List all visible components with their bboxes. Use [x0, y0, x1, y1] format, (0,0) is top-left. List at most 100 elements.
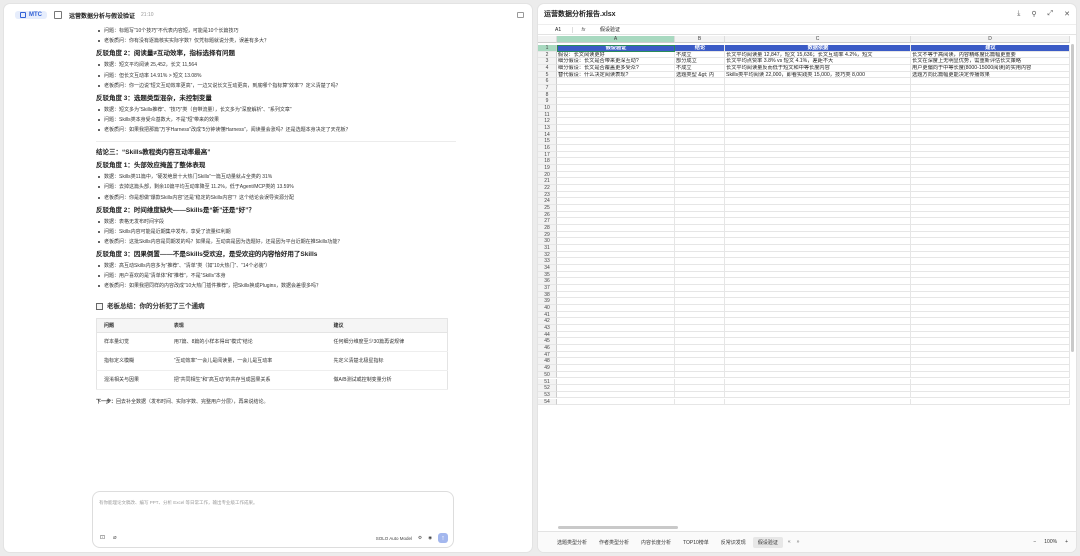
sheet-cell[interactable] — [911, 198, 1070, 206]
row-number[interactable]: 35 — [538, 271, 557, 279]
sheet-cell[interactable] — [557, 285, 675, 292]
sheet-cell[interactable] — [557, 91, 675, 99]
sheet-cell[interactable] — [557, 151, 675, 159]
sheet-cell[interactable] — [557, 385, 675, 392]
sheet-cell[interactable]: 假设验证 — [557, 45, 675, 52]
sheet-cell[interactable] — [675, 258, 725, 266]
sheet-cell[interactable] — [725, 191, 911, 199]
row-number[interactable]: 36 — [538, 278, 557, 286]
sheet-cell[interactable] — [911, 258, 1070, 266]
sheet-cell[interactable]: 长文平均阅读量 12,847，短文 15,636；长文互动率 4.2%，短文 — [725, 51, 911, 59]
sheet-cell[interactable] — [911, 245, 1070, 252]
sheet-cell[interactable] — [911, 318, 1070, 326]
sheet-cell[interactable] — [911, 131, 1070, 139]
sheet-cell[interactable] — [911, 105, 1070, 112]
expand-icon[interactable]: ⤢ — [1048, 10, 1054, 18]
sheet-cell[interactable] — [911, 325, 1070, 332]
sheet-cell[interactable] — [725, 238, 911, 246]
sheet-cell[interactable] — [557, 398, 675, 406]
sheet-cell[interactable] — [725, 85, 911, 92]
sheet-cell[interactable] — [725, 365, 911, 372]
sheet-cell[interactable] — [557, 138, 675, 146]
sheet-cell[interactable] — [675, 318, 725, 326]
sheet-cell[interactable] — [725, 225, 911, 232]
sheet-cell[interactable] — [725, 371, 911, 379]
sheet-cell[interactable] — [675, 398, 725, 406]
sheet-cell[interactable] — [557, 198, 675, 206]
sheet-cell[interactable] — [557, 305, 675, 312]
formula-input[interactable]: 假设验证 — [594, 26, 620, 33]
sheet-cell[interactable] — [911, 345, 1070, 352]
sheet-cell[interactable] — [675, 158, 725, 166]
sheet-cell[interactable]: 假设：长文阅读更好 — [557, 51, 675, 59]
sheet-tab[interactable]: 作者类型分析 — [594, 537, 634, 548]
row-number[interactable]: 32 — [538, 251, 557, 259]
sheet-cell[interactable] — [557, 351, 675, 359]
row-number[interactable]: 29 — [538, 231, 557, 239]
sheet-cell[interactable] — [911, 305, 1070, 312]
sheet-cell[interactable] — [675, 285, 725, 292]
sheet-cell[interactable] — [557, 191, 675, 199]
sheet-cell[interactable] — [557, 131, 675, 139]
row-number[interactable]: 28 — [538, 225, 557, 232]
sheet-tab[interactable]: 内容长度分析 — [636, 537, 676, 548]
sheet-cell[interactable]: 长文平均点赞率 3.8% vs 短文 4.1%，差距不大 — [725, 58, 911, 65]
sheet-cell[interactable] — [725, 98, 911, 106]
sheet-cell[interactable] — [725, 231, 911, 239]
sheet-cell[interactable]: 不成立 — [675, 65, 725, 72]
sheet-cell[interactable] — [725, 198, 911, 206]
cell-reference[interactable]: A1 — [538, 27, 572, 33]
sheet-cell[interactable] — [725, 205, 911, 212]
sheet-cell[interactable] — [557, 118, 675, 126]
sheet-cell[interactable] — [911, 151, 1070, 159]
column-header-b[interactable]: B — [675, 36, 725, 43]
sheet-cell[interactable] — [675, 105, 725, 112]
sheet-cell[interactable] — [675, 325, 725, 332]
sheet-cell[interactable] — [557, 291, 675, 299]
sheet-cell[interactable] — [911, 138, 1070, 146]
attach-icon[interactable]: ⌀ — [113, 534, 117, 541]
row-number[interactable]: 5 — [538, 71, 557, 79]
sheet-cell[interactable] — [675, 331, 725, 339]
row-number[interactable]: 16 — [538, 145, 557, 152]
sheet-cell[interactable] — [557, 158, 675, 166]
row-number[interactable]: 17 — [538, 151, 557, 159]
row-number[interactable]: 54 — [538, 398, 557, 406]
row-number[interactable]: 6 — [538, 78, 557, 85]
row-number[interactable]: 47 — [538, 351, 557, 359]
sheet-cell[interactable] — [675, 378, 725, 386]
sheet-cell[interactable] — [725, 311, 911, 319]
select-all-corner[interactable] — [538, 36, 557, 43]
row-number[interactable]: 49 — [538, 365, 557, 372]
sheet-cell[interactable] — [911, 371, 1070, 379]
sheet-cell[interactable] — [675, 245, 725, 252]
row-number[interactable]: 9 — [538, 98, 557, 106]
row-number[interactable]: 8 — [538, 91, 557, 99]
row-number[interactable]: 33 — [538, 258, 557, 266]
sheet-cell[interactable] — [725, 131, 911, 139]
sheet-cell[interactable] — [725, 118, 911, 126]
row-number[interactable]: 1 — [538, 45, 557, 52]
sheet-cell[interactable]: 长文不等于高阅读，内容精练度比篇幅更重要 — [911, 51, 1070, 59]
sheet-cell[interactable] — [911, 365, 1070, 372]
row-number[interactable]: 10 — [538, 105, 557, 112]
row-number[interactable]: 19 — [538, 165, 557, 172]
sheet-cell[interactable] — [675, 351, 725, 359]
sheet-cell[interactable] — [557, 171, 675, 179]
sheet-cell[interactable] — [911, 178, 1070, 186]
sheet-cell[interactable] — [557, 238, 675, 246]
row-number[interactable]: 2 — [538, 51, 557, 59]
sheet-cell[interactable] — [911, 171, 1070, 179]
row-number[interactable]: 12 — [538, 118, 557, 126]
sheet-cell[interactable] — [675, 371, 725, 379]
sheet-cell[interactable] — [675, 231, 725, 239]
chat-input-box[interactable]: 有你能理论文稿改、编写 PPT、分析 Excel 等日常工作，输出专业级工作成果… — [92, 491, 454, 548]
sheet-cell[interactable] — [675, 291, 725, 299]
sheet-cell[interactable] — [675, 131, 725, 139]
sheet-cell[interactable] — [911, 111, 1070, 119]
sheet-cell[interactable] — [557, 245, 675, 252]
sheet-cell[interactable] — [675, 91, 725, 99]
row-number[interactable]: 34 — [538, 265, 557, 272]
sheet-cell[interactable] — [911, 125, 1070, 132]
sheet-cell[interactable] — [911, 391, 1070, 399]
